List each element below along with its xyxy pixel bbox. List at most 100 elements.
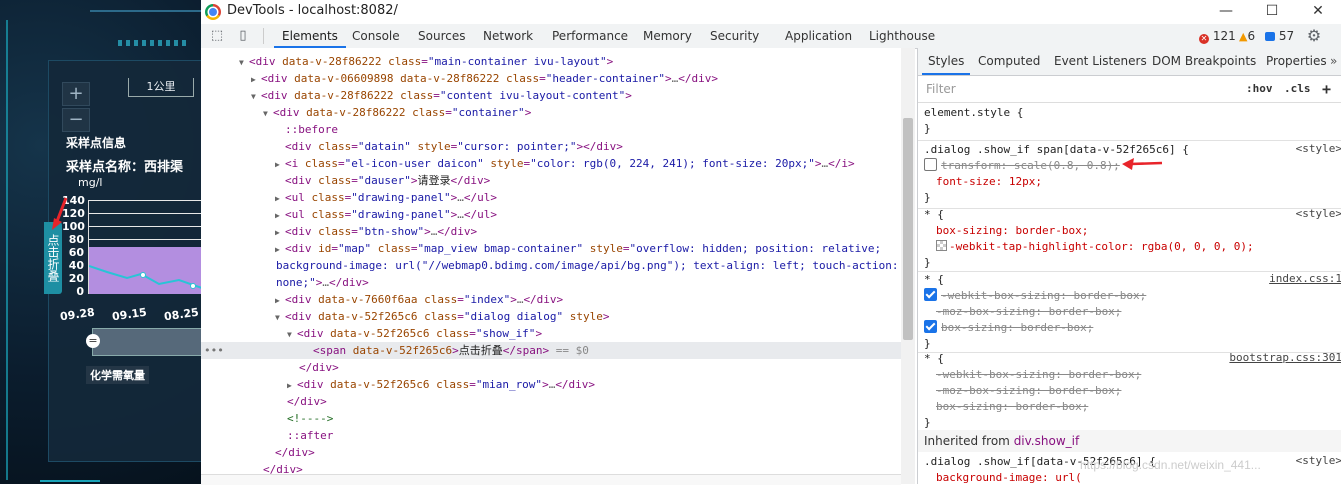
style-property[interactable]: -webkit-box-sizing: border-box;	[924, 288, 1339, 304]
time-range-slider[interactable]	[92, 328, 201, 356]
maximize-button[interactable]: ☐	[1249, 0, 1295, 24]
title-bar: DevTools - localhost:8082/ — ☐ ✕	[201, 0, 1341, 24]
rule-source-link[interactable]: index.css:1	[1269, 272, 1341, 285]
tab-memory[interactable]: Memory	[643, 24, 692, 48]
tab-console[interactable]: Console	[352, 24, 400, 48]
tab-performance[interactable]: Performance	[552, 24, 628, 48]
tab-application[interactable]: Application	[785, 24, 852, 48]
property-checkbox[interactable]	[924, 288, 937, 301]
style-property[interactable]: -moz-box-sizing: border-box;	[924, 383, 1341, 399]
tab-network[interactable]: Network	[483, 24, 533, 48]
rule-source[interactable]: <style>	[1296, 454, 1341, 467]
tab-lighthouse[interactable]: Lighthouse	[869, 24, 935, 48]
tab-event-listeners[interactable]: Event Listeners	[1054, 48, 1147, 75]
dom-node[interactable]: </div>	[201, 444, 901, 461]
elements-tree: ▼ <div data-v-28f86222 class="main-contai…	[201, 48, 901, 484]
tab-properties[interactable]: Properties	[1266, 48, 1327, 75]
tab-computed[interactable]: Computed	[978, 48, 1040, 75]
styles-filter-bar: Filter :hov .cls +	[918, 76, 1341, 103]
y-tick: 20	[68, 272, 84, 285]
tab-styles[interactable]: Styles	[921, 48, 971, 75]
error-count[interactable]: ✕ 121	[1199, 28, 1236, 44]
rule-source[interactable]: <style>	[1296, 142, 1341, 155]
style-property[interactable]: -webkit-tap-highlight-color: rgba(0, 0, …	[924, 239, 1341, 255]
dom-node-cont: background-image: url("//webmap0.bdimg.c…	[276, 259, 899, 272]
rule-source[interactable]: <style>	[1296, 207, 1341, 220]
tab-security[interactable]: Security	[710, 24, 759, 48]
tab-elements[interactable]: Elements	[274, 24, 346, 48]
inspect-element-icon[interactable]: ⬚	[209, 28, 225, 44]
style-property[interactable]: box-sizing: border-box;	[924, 223, 1341, 239]
tab-sources[interactable]: Sources	[418, 24, 465, 48]
cls-toggle[interactable]: .cls	[1284, 80, 1311, 98]
rule-selector[interactable]: * {	[924, 207, 1339, 223]
dom-node[interactable]: ▼ <div data-v-52f265c6 class="show_if">	[201, 325, 901, 342]
rule-source-link[interactable]: bootstrap.css:301	[1229, 351, 1341, 364]
chart-point	[140, 272, 146, 278]
dom-node[interactable]: <div class="dauser">请登录</div>	[201, 172, 901, 189]
close-button[interactable]: ✕	[1295, 0, 1341, 24]
dom-node[interactable]: ▶ <div class="btn-show">…</div>	[201, 223, 901, 240]
new-rule-button[interactable]: +	[1322, 80, 1331, 98]
chart-series	[89, 247, 201, 294]
style-property[interactable]: font-size: 12px;	[924, 174, 1341, 190]
style-property[interactable]: box-sizing: border-box;	[924, 320, 1339, 336]
dom-node-selected[interactable]: ••• <span data-v-52f265c6>点击折叠</span> == …	[201, 342, 901, 359]
devtools-toolbar: ⬚ ▯ Elements Console Sources Network Per…	[201, 24, 1341, 49]
settings-gear-icon[interactable]: ⚙	[1305, 27, 1323, 45]
slider-handle[interactable]: =	[86, 334, 100, 348]
style-property[interactable]: -webkit-box-sizing: border-box;	[924, 367, 1341, 383]
error-icon: ✕	[1199, 34, 1209, 44]
property-checkbox[interactable]	[924, 158, 937, 171]
dom-pseudo[interactable]: ::after	[201, 427, 901, 444]
y-tick: 60	[68, 246, 84, 259]
sample-point-name: 采样点名称：西排渠	[66, 160, 184, 175]
dom-node[interactable]: ▶ <div data-v-7660f6aa class="index">…</d…	[201, 291, 901, 308]
dom-node[interactable]: ▼ <div data-v-52f265c6 class="dialog dial…	[201, 308, 901, 325]
dom-node[interactable]: <div class="datain" style="cursor: point…	[201, 138, 901, 155]
indicator-label[interactable]: 化学需氧量	[86, 366, 149, 384]
device-toolbar-icon[interactable]: ▯	[235, 28, 251, 44]
dom-node[interactable]: ▼ <div data-v-28f86222 class="container">	[201, 104, 901, 121]
dom-node-cont: none;">…</div>	[276, 276, 369, 289]
hov-toggle[interactable]: :hov	[1246, 80, 1273, 98]
property-checkbox[interactable]	[924, 320, 937, 333]
rule-selector[interactable]: element.style {	[924, 105, 1339, 121]
elements-scrollbar[interactable]	[901, 48, 915, 484]
warning-count[interactable]: ▲6	[1239, 28, 1255, 45]
info-count[interactable]: 57	[1265, 28, 1294, 44]
styles-pane: Styles Computed Event Listeners DOM Brea…	[917, 48, 1341, 484]
elements-breadcrumb	[201, 474, 901, 485]
devtools-window: DevTools - localhost:8082/ — ☐ ✕ ⬚ ▯ Ele…	[201, 0, 1341, 485]
dom-node[interactable]: ▶ <div id="map" class="map_view bmap-cont…	[201, 240, 901, 257]
dom-node[interactable]: ▼ <div data-v-28f86222 class="main-contai…	[201, 53, 901, 70]
tab-dom-breakpoints[interactable]: DOM Breakpoints	[1152, 48, 1256, 75]
more-tabs-icon[interactable]: »	[1330, 48, 1337, 75]
styles-filter-input[interactable]: Filter	[922, 80, 1238, 98]
style-property[interactable]: -moz-box-sizing: border-box;	[924, 304, 1341, 320]
chart-point	[190, 283, 196, 289]
dom-node[interactable]: ▶ <i class="el-icon-user daicon" style="c…	[201, 155, 901, 172]
dom-node[interactable]: ▼ <div data-v-28f86222 class="content ivu…	[201, 87, 901, 104]
dom-node[interactable]: </div>	[201, 393, 901, 410]
dom-node[interactable]: </div>	[201, 359, 901, 376]
minimize-button[interactable]: —	[1203, 0, 1249, 24]
annotation-arrow-icon	[1122, 158, 1163, 170]
map-zoom-out-button[interactable]: −	[62, 108, 90, 132]
dom-node[interactable]: ▶ <div data-v-06609898 data-v-28f86222 cl…	[201, 70, 901, 87]
dom-node[interactable]: ▶ <ul class="drawing-panel">…</ul>	[201, 189, 901, 206]
decor-frame-left	[6, 20, 48, 480]
style-property[interactable]: background-image: url(	[924, 470, 1341, 484]
dom-pseudo[interactable]: ::before	[201, 121, 901, 138]
inherited-link[interactable]: div.show_if	[1014, 434, 1080, 448]
dom-node[interactable]: ▶ <div data-v-52f265c6 class="mian_row">……	[201, 376, 901, 393]
dom-comment[interactable]: <!---->	[201, 410, 901, 427]
map-zoom-in-button[interactable]: +	[62, 82, 90, 106]
info-icon	[1265, 32, 1275, 41]
dom-node[interactable]: ▶ <ul class="drawing-panel">…</ul>	[201, 206, 901, 223]
chrome-icon	[205, 4, 221, 20]
sidebar-tabs: Styles Computed Event Listeners DOM Brea…	[918, 48, 1341, 76]
color-swatch[interactable]	[936, 240, 947, 251]
fold-toggle-button[interactable]: 点击折叠	[44, 222, 62, 294]
style-property[interactable]: box-sizing: border-box;	[924, 399, 1341, 415]
